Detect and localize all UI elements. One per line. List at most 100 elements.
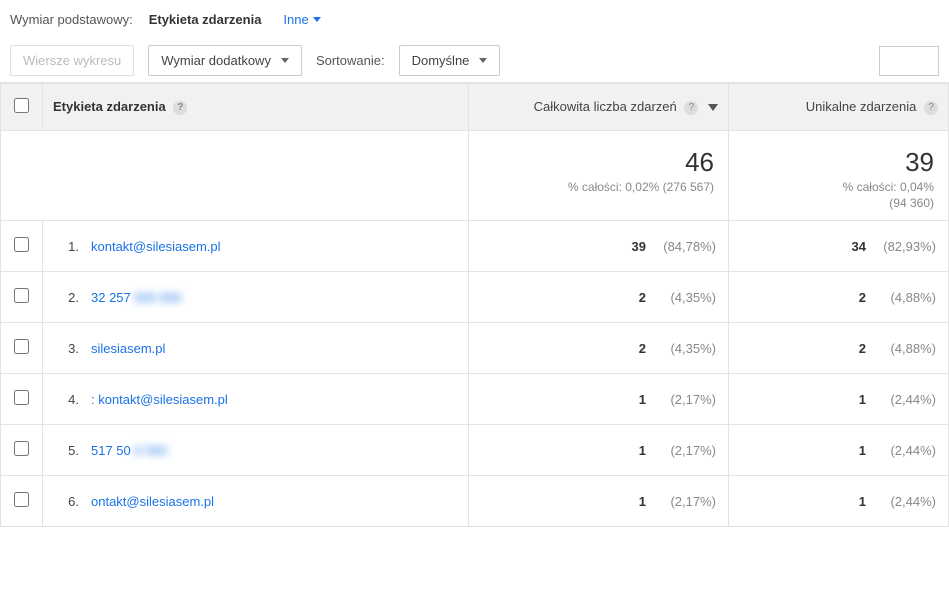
row-label-link[interactable]: 517 50 0 000 [91, 443, 167, 458]
row-checkbox[interactable] [14, 288, 29, 303]
help-icon[interactable]: ? [684, 101, 698, 115]
summary-empty [1, 131, 469, 221]
sort-value: Domyślne [412, 53, 470, 68]
sort-desc-icon [708, 104, 718, 111]
chevron-down-icon [281, 58, 289, 63]
row-checkbox-cell [1, 374, 43, 425]
header-label-text: Etykieta zdarzenia [53, 99, 166, 114]
row-checkbox-cell [1, 221, 43, 272]
row-events-value: 1 [622, 392, 646, 407]
dimension-bar: Wymiar podstawowy: Etykieta zdarzenia In… [0, 0, 949, 39]
summary-unique-sub2: (94 360) [743, 196, 934, 210]
row-checkbox[interactable] [14, 339, 29, 354]
secondary-dimension-label: Wymiar dodatkowy [161, 53, 271, 68]
row-index: 4. [55, 392, 81, 407]
row-checkbox[interactable] [14, 441, 29, 456]
row-events-cell: 2 (4,35%) [469, 323, 729, 374]
row-events-percent: (84,78%) [652, 239, 716, 254]
chevron-down-icon [313, 17, 321, 22]
row-unique-value: 1 [842, 443, 866, 458]
row-label-redacted: 000 000 [134, 290, 181, 305]
row-checkbox-cell [1, 476, 43, 527]
row-unique-percent: (4,88%) [872, 290, 936, 305]
row-unique-percent: (2,44%) [872, 443, 936, 458]
summary-events-sub: % całości: 0,02% (276 567) [483, 180, 714, 194]
select-all-cell [1, 84, 43, 131]
row-checkbox[interactable] [14, 492, 29, 507]
row-unique-value: 2 [842, 341, 866, 356]
row-events-percent: (4,35%) [652, 290, 716, 305]
row-unique-cell: 2 (4,88%) [729, 323, 949, 374]
table-header-row: Etykieta zdarzenia ? Całkowita liczba zd… [1, 84, 949, 131]
summary-unique-sub1: % całości: 0,04% [743, 180, 934, 194]
row-events-value: 1 [622, 443, 646, 458]
help-icon[interactable]: ? [173, 101, 187, 115]
header-total-events[interactable]: Całkowita liczba zdarzeń ? [469, 84, 729, 131]
row-unique-value: 1 [842, 392, 866, 407]
row-unique-value: 1 [842, 494, 866, 509]
primary-dimension-label: Wymiar podstawowy: [10, 12, 133, 27]
chevron-down-icon [479, 58, 487, 63]
search-input[interactable] [879, 46, 939, 76]
row-unique-value: 34 [842, 239, 866, 254]
row-unique-cell: 1 (2,44%) [729, 476, 949, 527]
header-label[interactable]: Etykieta zdarzenia ? [43, 84, 469, 131]
sort-dropdown[interactable]: Domyślne [399, 45, 501, 76]
row-label-link[interactable]: : kontakt@silesiasem.pl [91, 392, 228, 407]
row-label-redacted: 0 000 [134, 443, 167, 458]
row-unique-percent: (2,44%) [872, 392, 936, 407]
summary-unique: 39 % całości: 0,04% (94 360) [729, 131, 949, 221]
row-label-link[interactable]: kontakt@silesiasem.pl [91, 239, 221, 254]
row-events-cell: 2 (4,35%) [469, 272, 729, 323]
row-events-cell: 39 (84,78%) [469, 221, 729, 272]
primary-dimension-value[interactable]: Etykieta zdarzenia [141, 8, 270, 31]
row-events-percent: (4,35%) [652, 341, 716, 356]
row-index: 3. [55, 341, 81, 356]
select-all-checkbox[interactable] [14, 98, 29, 113]
other-dimension-dropdown[interactable]: Inne [277, 8, 326, 31]
summary-events: 46 % całości: 0,02% (276 567) [469, 131, 729, 221]
row-label-link[interactable]: silesiasem.pl [91, 341, 165, 356]
row-label-cell: 2. 32 257 000 000 [43, 272, 469, 323]
row-unique-cell: 2(4,88%) [729, 272, 949, 323]
row-events-percent: (2,17%) [652, 494, 716, 509]
row-events-cell: 1 (2,17%) [469, 374, 729, 425]
row-label-text: : kontakt@silesiasem.pl [91, 392, 228, 407]
secondary-dimension-dropdown[interactable]: Wymiar dodatkowy [148, 45, 302, 76]
row-label-cell: 6. ontakt@silesiasem.pl [43, 476, 469, 527]
row-events-value: 2 [622, 341, 646, 356]
row-label-link[interactable]: ontakt@silesiasem.pl [91, 494, 214, 509]
summary-row: 46 % całości: 0,02% (276 567) 39 % całoś… [1, 131, 949, 221]
row-checkbox-cell [1, 323, 43, 374]
summary-events-value: 46 [483, 147, 714, 178]
row-events-percent: (2,17%) [652, 392, 716, 407]
row-events-value: 1 [622, 494, 646, 509]
row-unique-percent: (4,88%) [872, 341, 936, 356]
table-row: 2. 32 257 000 000 2 (4,35%) 2(4,88%) [1, 272, 949, 323]
row-unique-percent: (2,44%) [872, 494, 936, 509]
search-box [879, 46, 939, 76]
table-row: 6. ontakt@silesiasem.pl 1 (2,17%) 1 (2,44%) [1, 476, 949, 527]
summary-unique-value: 39 [743, 147, 934, 178]
row-checkbox[interactable] [14, 237, 29, 252]
other-dimension-label: Inne [283, 12, 308, 27]
row-checkbox[interactable] [14, 390, 29, 405]
row-index: 6. [55, 494, 81, 509]
row-label-text: silesiasem.pl [91, 341, 165, 356]
row-label-text: kontakt@silesiasem.pl [91, 239, 221, 254]
row-unique-cell: 1 (2,44%) [729, 374, 949, 425]
row-events-cell: 1(2,17%) [469, 425, 729, 476]
header-events-text: Całkowita liczba zdarzeń [534, 99, 677, 114]
row-label-cell: 4. : kontakt@silesiasem.pl [43, 374, 469, 425]
row-index: 2. [55, 290, 81, 305]
row-label-text: 32 257 [91, 290, 131, 305]
row-events-value: 2 [622, 290, 646, 305]
row-checkbox-cell [1, 272, 43, 323]
row-label-link[interactable]: 32 257 000 000 [91, 290, 181, 305]
row-events-value: 39 [622, 239, 646, 254]
row-unique-cell: 34(82,93%) [729, 221, 949, 272]
help-icon[interactable]: ? [924, 101, 938, 115]
table-row: 3. silesiasem.pl 2 (4,35%) 2 (4,88%) [1, 323, 949, 374]
header-unique-events[interactable]: Unikalne zdarzenia ? [729, 84, 949, 131]
table-row: 4. : kontakt@silesiasem.pl 1 (2,17%) 1 (2,44%… [1, 374, 949, 425]
